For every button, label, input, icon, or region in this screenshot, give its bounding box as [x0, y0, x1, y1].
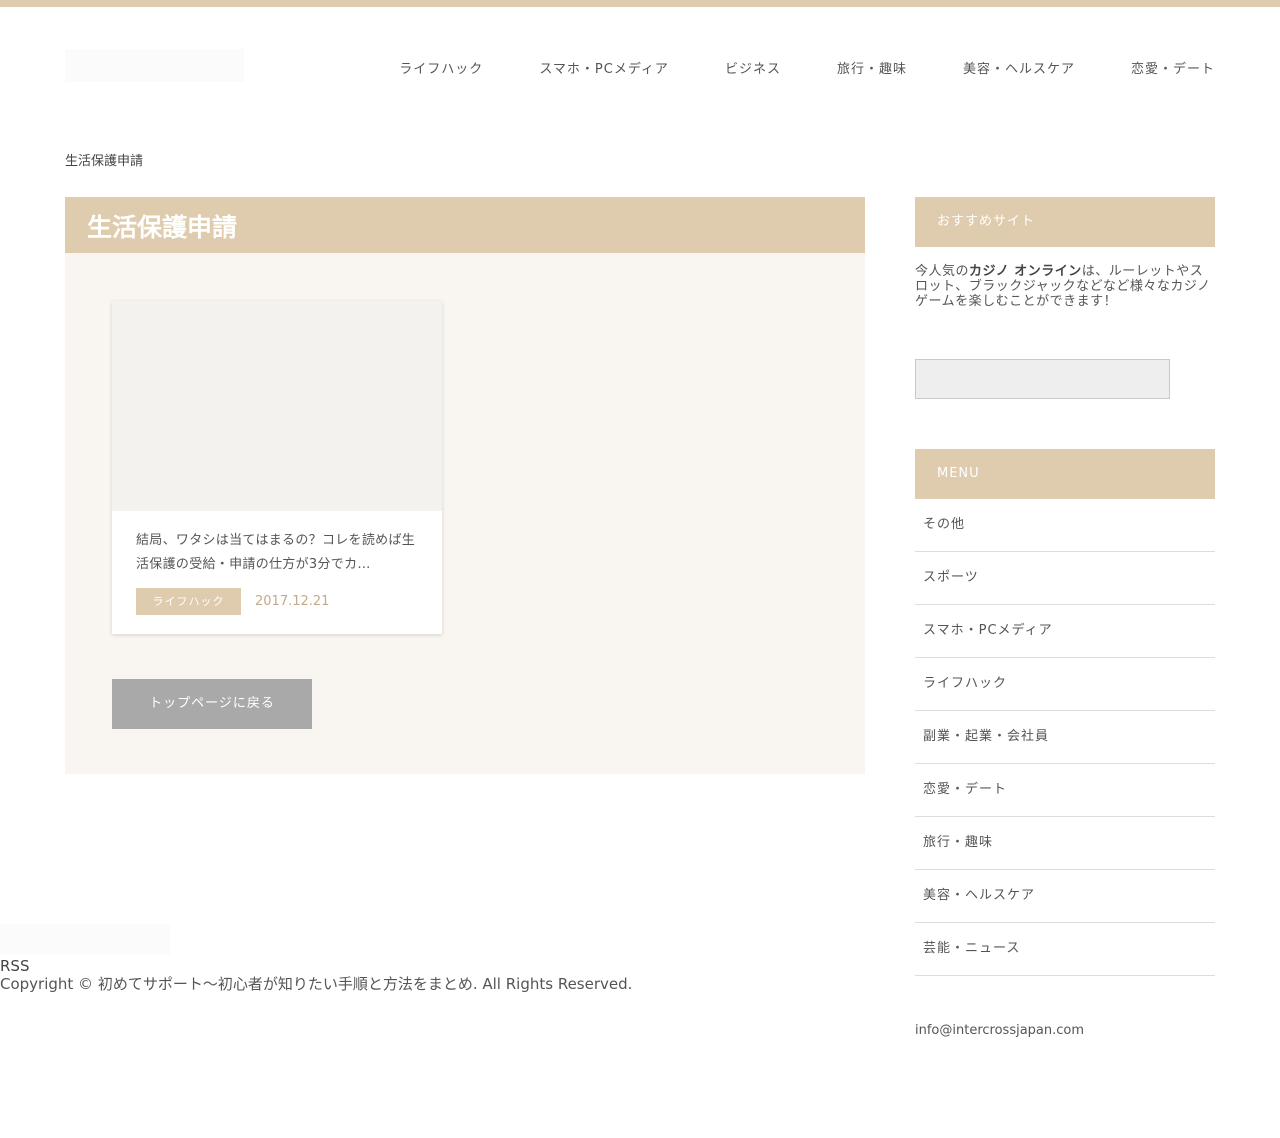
site-logo[interactable]: [65, 49, 244, 82]
recommend-heading: おすすめサイト: [915, 197, 1215, 247]
menu-item-sports[interactable]: スポーツ: [915, 552, 1215, 605]
copyright-text: Copyright © 初めてサポート〜初心者が知りたい手順と方法をまとめ. A…: [0, 975, 633, 993]
category-menu: その他 スポーツ スマホ・PCメディア ライフハック 副業・起業・会社員 恋愛・…: [915, 499, 1215, 976]
contact-email[interactable]: info@intercrossjapan.com: [915, 1023, 1084, 1038]
category-badge[interactable]: ライフハック: [136, 588, 241, 615]
menu-item-smartphone-pc[interactable]: スマホ・PCメディア: [915, 605, 1215, 658]
nav-item-lifehack[interactable]: ライフハック: [399, 58, 483, 77]
page-title-bar: 生活保護申請: [65, 197, 865, 253]
global-nav: ライフハック スマホ・PCメディア ビジネス 旅行・趣味 美容・ヘルスケア 恋愛…: [399, 58, 1215, 77]
nav-item-beauty[interactable]: 美容・ヘルスケア: [963, 58, 1075, 77]
breadcrumb: 生活保護申請: [65, 154, 144, 169]
footer-logo[interactable]: [0, 924, 170, 955]
menu-heading: MENU: [915, 449, 1215, 499]
nav-item-smartphone-pc[interactable]: スマホ・PCメディア: [539, 58, 669, 77]
menu-item-other[interactable]: その他: [915, 499, 1215, 552]
menu-item-beauty[interactable]: 美容・ヘルスケア: [915, 870, 1215, 923]
menu-item-entertainment[interactable]: 芸能・ニュース: [915, 923, 1215, 976]
article-thumbnail[interactable]: [112, 301, 442, 511]
menu-item-travel[interactable]: 旅行・趣味: [915, 817, 1215, 870]
page-title: 生活保護申請: [87, 213, 238, 242]
article-card[interactable]: 結局、ワタシは当てはまるの？コレを読めば生活保護の受給・申請の仕方が3分でカ… …: [112, 301, 442, 634]
top-accent-bar: [0, 0, 1280, 7]
article-meta: ライフハック 2017.12.21: [136, 588, 420, 615]
recommend-text-pre: 今人気の: [915, 264, 970, 279]
menu-item-lifehack[interactable]: ライフハック: [915, 658, 1215, 711]
nav-item-love[interactable]: 恋愛・デート: [1131, 58, 1215, 77]
back-to-top-button[interactable]: トップページに戻る: [112, 679, 312, 729]
nav-item-travel[interactable]: 旅行・趣味: [837, 58, 907, 77]
nav-item-business[interactable]: ビジネス: [725, 58, 781, 77]
search-input[interactable]: [915, 359, 1170, 399]
article-title[interactable]: 結局、ワタシは当てはまるの？コレを読めば生活保護の受給・申請の仕方が3分でカ…: [136, 529, 420, 577]
sidebar: おすすめサイト 今人気のカジノ オンラインは、ルーレットやスロット、ブラックジャ…: [915, 197, 1215, 976]
article-card-body: 結局、ワタシは当てはまるの？コレを読めば生活保護の受給・申請の仕方が3分でカ… …: [112, 511, 442, 615]
article-date: 2017.12.21: [255, 594, 330, 609]
casino-online-link[interactable]: カジノ オンライン: [969, 264, 1082, 279]
menu-item-side-business[interactable]: 副業・起業・会社員: [915, 711, 1215, 764]
main-content: 生活保護申請 結局、ワタシは当てはまるの？コレを読めば生活保護の受給・申請の仕方…: [65, 197, 865, 774]
menu-item-love[interactable]: 恋愛・デート: [915, 764, 1215, 817]
recommend-text: 今人気のカジノ オンラインは、ルーレットやスロット、ブラックジャックなどなど様々…: [915, 264, 1215, 309]
